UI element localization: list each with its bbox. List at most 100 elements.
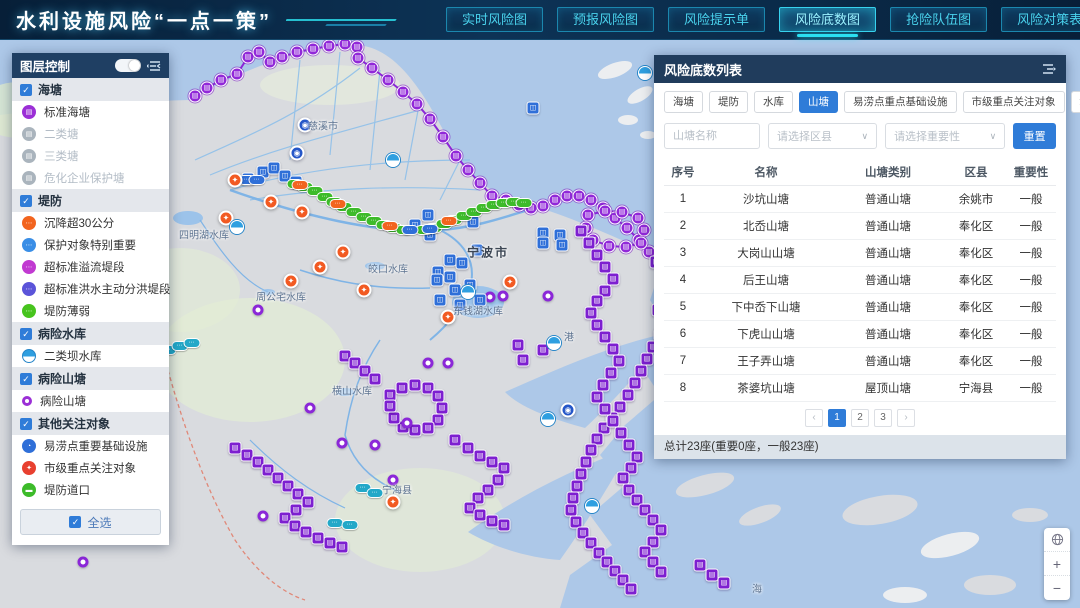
map-marker-seawall_coast[interactable]: ▤ xyxy=(276,51,289,64)
map-marker-purple_dense[interactable]: ▤ xyxy=(369,373,382,386)
section-checkbox[interactable]: ✓ xyxy=(20,418,32,430)
map-marker-seawall_coast[interactable]: ▤ xyxy=(352,52,365,65)
layer-item-易涝点重要基础设施[interactable]: ◔易涝点重要基础设施 xyxy=(12,435,169,457)
map-marker-purple_dense[interactable]: ▤ xyxy=(517,354,530,367)
layer-item-三类塘[interactable]: ▤三类塘 xyxy=(12,145,169,167)
map-marker-flood_blue[interactable]: ◉ xyxy=(290,146,305,161)
layer-item-沉降超30公分[interactable]: ⋯沉降超30公分 xyxy=(12,212,169,234)
map-marker-blue_square[interactable]: ◫ xyxy=(431,274,444,287)
map-marker-seawall_coast[interactable]: ▤ xyxy=(231,68,244,81)
table-row[interactable]: 4后王山塘普通山塘奉化区一般 xyxy=(664,266,1056,293)
map-marker-reservoir[interactable] xyxy=(547,336,561,350)
map-marker-purple_dense[interactable]: ▤ xyxy=(449,434,462,447)
table-row[interactable]: 3大岗山山塘普通山塘奉化区一般 xyxy=(664,239,1056,266)
map-marker-blue_square[interactable]: ◫ xyxy=(449,284,462,297)
map-marker-pond_ring[interactable] xyxy=(78,557,89,568)
map-marker-island_loop[interactable]: ▤ xyxy=(582,209,595,222)
select-all-button[interactable]: ✓ 全选 xyxy=(20,509,161,535)
nav-button-预报风险图[interactable]: 预报风险图 xyxy=(557,7,654,32)
page-button-1[interactable]: 1 xyxy=(828,409,846,427)
map-marker-blue_pill[interactable]: ⋯ xyxy=(402,225,419,235)
nav-button-风险底数图[interactable]: 风险底数图 xyxy=(779,7,876,32)
map-marker-seawall_coast[interactable]: ▤ xyxy=(382,74,395,87)
map-marker-purple_dense[interactable]: ▤ xyxy=(512,339,525,352)
prev-page-button[interactable]: ‹ xyxy=(805,409,823,427)
tab-市级重点关注对象[interactable]: 市级重点关注对象 xyxy=(963,91,1065,113)
nav-button-风险提示单[interactable]: 风险提示单 xyxy=(668,7,765,32)
layer-item-二类坝水库[interactable]: 二类坝水库 xyxy=(12,345,169,367)
map-marker-island_loop[interactable]: ▤ xyxy=(635,237,648,250)
map-marker-reservoir[interactable] xyxy=(230,220,244,234)
map-marker-reservoir[interactable] xyxy=(461,285,475,299)
map-marker-orange_pill[interactable]: ⋯ xyxy=(382,221,399,231)
layer-panel-toggle[interactable] xyxy=(115,59,141,72)
map-marker-island_loop[interactable]: ▤ xyxy=(638,224,651,237)
map-marker-blue_square[interactable]: ◫ xyxy=(556,239,569,252)
map-marker-focus_orange[interactable]: ✦ xyxy=(228,173,243,188)
map-marker-seawall_coast[interactable]: ▤ xyxy=(291,46,304,59)
map-marker-blue_square[interactable]: ◫ xyxy=(454,299,467,312)
layer-item-二类塘[interactable]: ▤二类塘 xyxy=(12,123,169,145)
layer-item-保护对象特别重要[interactable]: ⋯保护对象特别重要 xyxy=(12,234,169,256)
layer-section-header[interactable]: ✓堤防 xyxy=(12,189,169,212)
map-marker-seawall_coast[interactable]: ▤ xyxy=(323,40,336,53)
map-marker-flood_blue[interactable]: ◉ xyxy=(298,118,313,133)
map-marker-seawall_coast[interactable]: ▤ xyxy=(621,222,634,235)
map-marker-reservoir[interactable] xyxy=(585,499,599,513)
map-marker-reservoir[interactable] xyxy=(638,66,652,80)
layer-section-header[interactable]: ✓海塘 xyxy=(12,78,169,101)
map-marker-seawall_coast[interactable]: ▤ xyxy=(366,62,379,75)
map-marker-purple_dense[interactable]: ▤ xyxy=(336,541,349,554)
table-row[interactable]: 1沙坑山塘普通山塘余姚市一般 xyxy=(664,185,1056,212)
map-marker-seawall_coast[interactable]: ▤ xyxy=(424,113,437,126)
map-marker-seawall_coast[interactable]: ▤ xyxy=(307,43,320,56)
table-row[interactable]: 7王子弄山塘普通山塘奉化区一般 xyxy=(664,347,1056,374)
map-marker-island_loop[interactable]: ▤ xyxy=(599,205,612,218)
map-marker-purple_dense[interactable]: ▤ xyxy=(498,519,511,532)
district-select[interactable]: 请选择区县 ∨ xyxy=(768,123,877,149)
map-marker-focus_orange[interactable]: ✦ xyxy=(441,310,456,325)
map-marker-purple_dense[interactable]: ▤ xyxy=(388,412,401,425)
map-marker-seawall_coast[interactable]: ▤ xyxy=(411,98,424,111)
section-checkbox[interactable]: ✓ xyxy=(20,373,32,385)
select-all-checkbox[interactable]: ✓ xyxy=(69,516,81,528)
map-marker-blue_square[interactable]: ◫ xyxy=(444,271,457,284)
map-marker-blue_square[interactable]: ◫ xyxy=(474,294,487,307)
map-marker-orange_pill[interactable]: ⋯ xyxy=(292,180,309,190)
map-marker-blue_pill[interactable]: ⋯ xyxy=(422,224,439,234)
map-marker-purple_dense[interactable]: ▤ xyxy=(694,559,707,572)
tab-水库[interactable]: 水库 xyxy=(754,91,793,113)
layer-item-标准海塘[interactable]: ▤标准海塘 xyxy=(12,101,169,123)
map-marker-orange_pill[interactable]: ⋯ xyxy=(330,199,347,209)
map-marker-pond_ring[interactable] xyxy=(305,403,316,414)
map-marker-seawall_coast[interactable]: ▤ xyxy=(437,131,450,144)
map-marker-blue_square[interactable]: ◫ xyxy=(434,294,447,307)
map-marker-pond_ring[interactable] xyxy=(258,511,269,522)
map-marker-pond_ring[interactable] xyxy=(498,291,509,302)
map-marker-focus_orange[interactable]: ✦ xyxy=(503,275,518,290)
map-marker-blue_square[interactable]: ◫ xyxy=(422,209,435,222)
map-marker-orange_pill[interactable]: ⋯ xyxy=(441,216,458,226)
pond-name-input[interactable] xyxy=(664,123,760,149)
map-marker-seawall_coast[interactable]: ▤ xyxy=(474,177,487,190)
map-marker-pond_ring[interactable] xyxy=(388,475,399,486)
map-marker-teal_pill[interactable]: ⋯ xyxy=(367,488,384,498)
map-marker-pond_ring[interactable] xyxy=(443,358,454,369)
map-marker-seawall_coast[interactable]: ▤ xyxy=(397,86,410,99)
map-marker-purple_dense[interactable]: ▤ xyxy=(302,496,315,509)
map-marker-pond_ring[interactable] xyxy=(337,438,348,449)
layer-item-堤防薄弱[interactable]: ⋯堤防薄弱 xyxy=(12,300,169,322)
table-row[interactable]: 6下虎山山塘普通山塘奉化区一般 xyxy=(664,320,1056,347)
map-marker-pond_ring[interactable] xyxy=(423,358,434,369)
nav-button-实时风险图[interactable]: 实时风险图 xyxy=(446,7,543,32)
layer-item-病险山塘[interactable]: 病险山塘 xyxy=(12,390,169,412)
layer-item-堤防道口[interactable]: ▬堤防道口 xyxy=(12,479,169,501)
layer-section-header[interactable]: ✓其他关注对象 xyxy=(12,412,169,435)
map-layers-button[interactable] xyxy=(1044,528,1070,552)
map-marker-pond_ring[interactable] xyxy=(253,305,264,316)
map-marker-focus_orange[interactable]: ✦ xyxy=(336,245,351,260)
map-marker-blue_pill[interactable]: ⋯ xyxy=(249,175,266,185)
nav-button-抢险队伍图[interactable]: 抢险队伍图 xyxy=(890,7,987,32)
map-marker-purple_dense[interactable]: ▤ xyxy=(655,566,668,579)
map-marker-focus_orange[interactable]: ✦ xyxy=(295,205,310,220)
